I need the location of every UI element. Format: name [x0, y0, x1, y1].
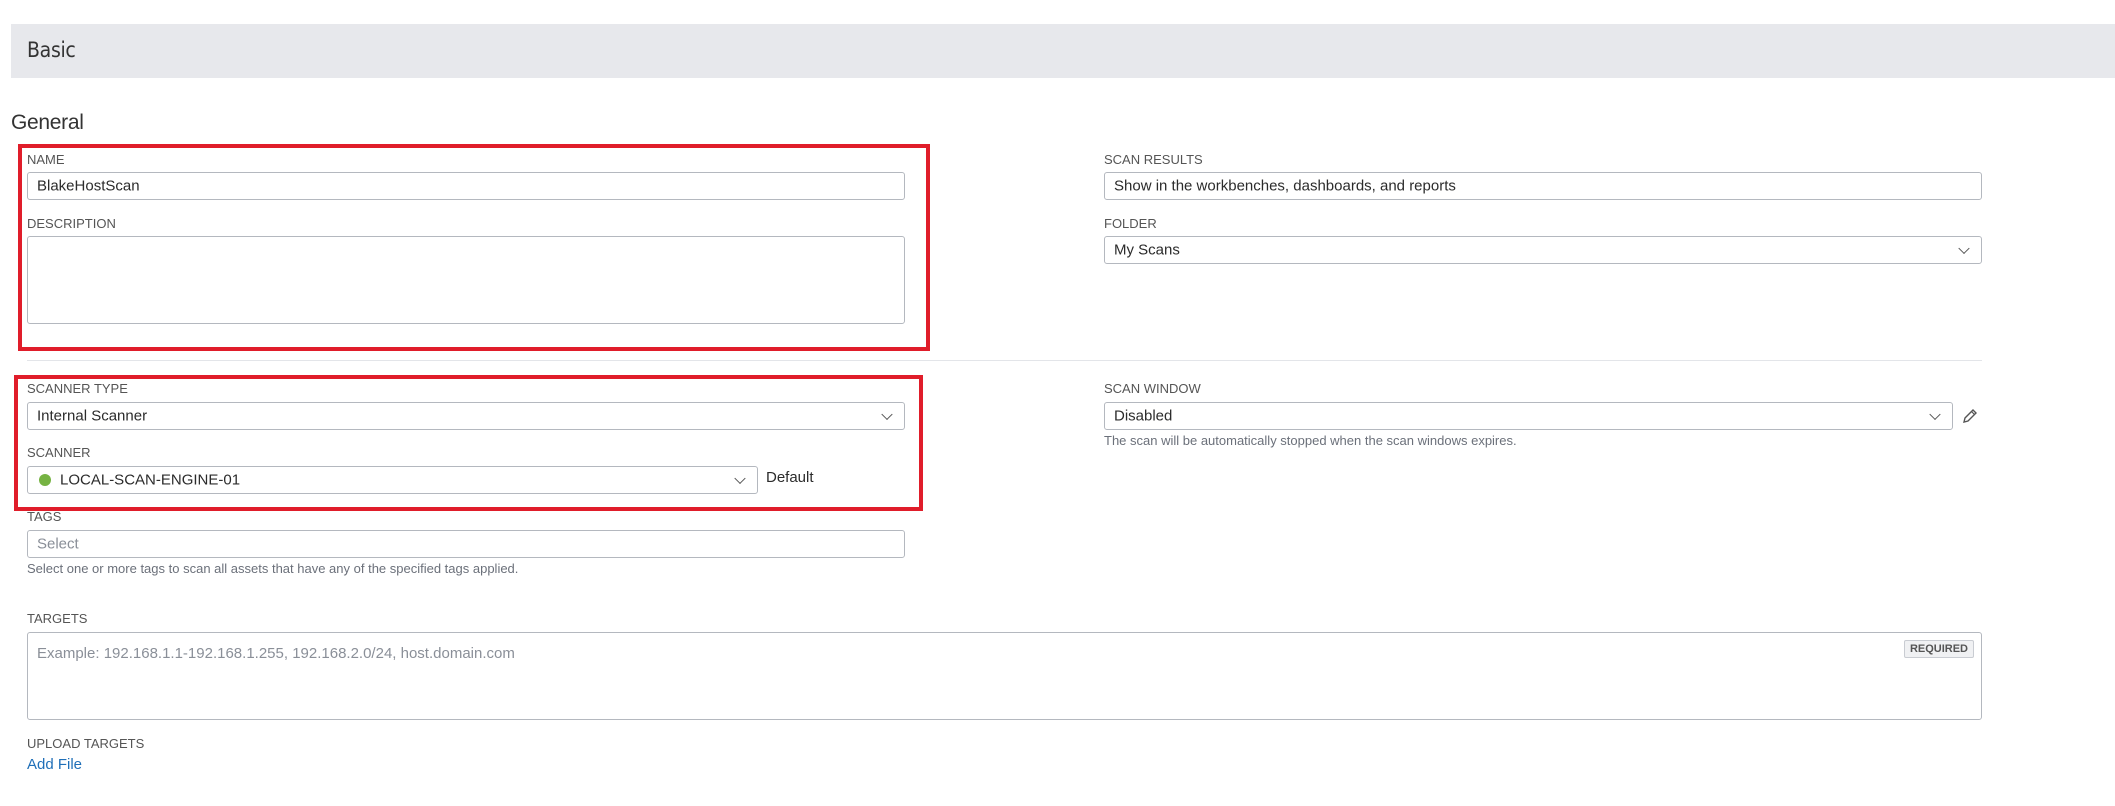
folder-label: FOLDER: [1104, 216, 1157, 231]
chevron-down-icon: [1929, 408, 1941, 421]
targets-label: TARGETS: [27, 611, 88, 626]
highlight-box-general: [18, 144, 930, 351]
section-header: Basic: [11, 24, 2115, 78]
highlight-box-scanner: [14, 375, 923, 511]
targets-textarea[interactable]: Example: 192.168.1.1-192.168.1.255, 192.…: [27, 632, 1982, 720]
chevron-down-icon: [1958, 242, 1970, 255]
scan-results-label: SCAN RESULTS: [1104, 152, 1203, 167]
scan-results-value: Show in the workbenches, dashboards, and…: [1114, 177, 1456, 195]
general-heading: General: [11, 111, 84, 134]
folder-value: My Scans: [1114, 241, 1180, 259]
scan-window-hint: The scan will be automatically stopped w…: [1104, 433, 1517, 448]
divider: [27, 360, 1982, 361]
tags-label: TAGS: [27, 509, 62, 524]
scan-window-value: Disabled: [1114, 407, 1173, 425]
section-title: Basic: [27, 38, 76, 62]
add-file-link[interactable]: Add File: [27, 756, 82, 773]
required-badge: REQUIRED: [1903, 640, 1974, 658]
targets-placeholder: Example: 192.168.1.1-192.168.1.255, 192.…: [37, 645, 515, 662]
tags-placeholder: Select: [37, 535, 79, 553]
tags-select[interactable]: Select: [27, 530, 905, 558]
scan-window-select[interactable]: Disabled: [1104, 402, 1953, 430]
upload-targets-label: UPLOAD TARGETS: [27, 736, 145, 751]
scan-window-label: SCAN WINDOW: [1104, 381, 1201, 396]
tags-hint: Select one or more tags to scan all asse…: [27, 561, 519, 576]
scan-results-field[interactable]: Show in the workbenches, dashboards, and…: [1104, 172, 1982, 200]
folder-select[interactable]: My Scans: [1104, 236, 1982, 264]
edit-pencil-icon[interactable]: [1961, 407, 1979, 425]
